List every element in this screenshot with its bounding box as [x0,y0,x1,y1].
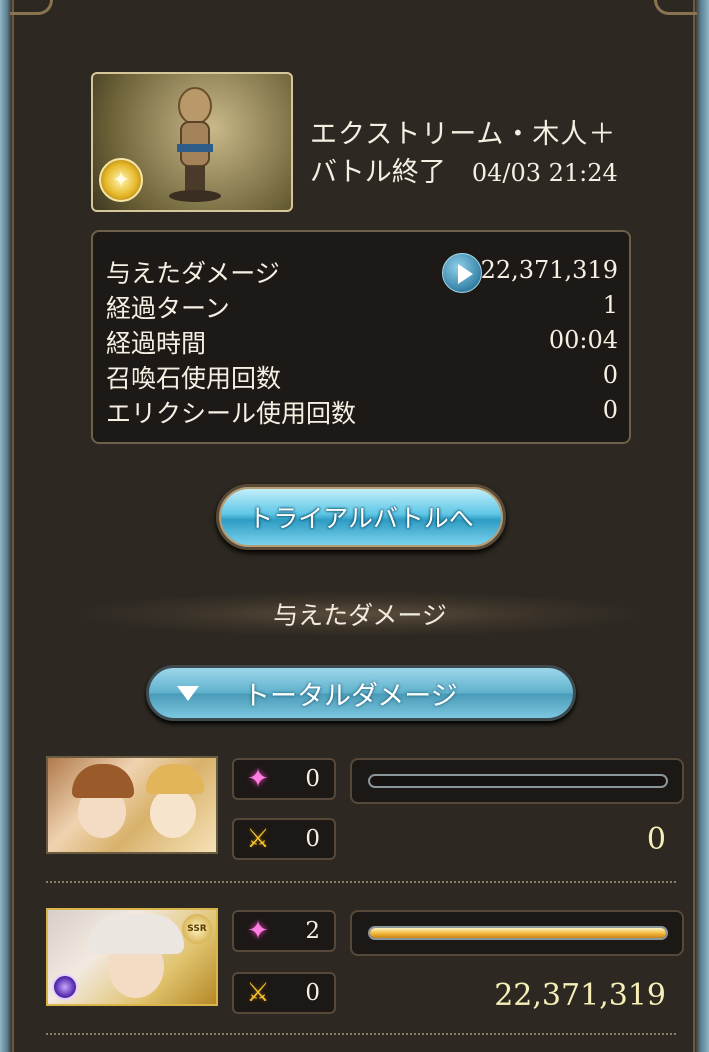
training-dummy-image [169,87,221,202]
dark-element-icon [52,974,78,1000]
battle-status-label: バトル終了 [310,157,446,188]
row-divider [46,1033,676,1035]
row-divider [46,881,676,883]
damage-value: 22,371,319 [494,978,666,1013]
damage-bar [368,926,668,940]
rarity-badge: SSR [182,914,212,944]
damage-bar-box [350,910,684,956]
avatar[interactable]: SSR [46,908,218,1006]
stat-row-turns: 経過ターン 1 [106,289,618,325]
stat-value: 00:04 [548,326,618,354]
sparkle-icon: ✦ [247,764,269,794]
damage-section-title: 与えたダメージ [80,592,640,636]
stat-value: 1 [602,291,618,319]
crossed-swords-icon: ⚔ [246,824,270,854]
character-row: SSR ✦ 2 ⚔ 0 22,371,319 [46,908,686,1014]
trial-battle-button[interactable]: トライアルバトルへ [216,484,506,550]
total-damage-label: トータルダメージ [243,680,458,712]
sparkle-icon: ✦ [247,916,269,946]
stat-row-elixir: エリクシール使用回数 0 [106,394,618,430]
stat-label: 与えたダメージ [106,259,280,288]
total-damage-dropdown[interactable]: トータルダメージ [146,665,576,721]
stat-value: 22,371,319 [480,256,618,284]
stat-value: 0 [602,361,618,389]
crossed-swords-icon: ⚔ [246,978,270,1008]
skill-count: 0 [305,766,320,792]
right-frame-border [695,0,709,1052]
top-ornament [0,0,709,15]
left-frame-border [0,0,12,1052]
star-medal-icon: ✦ [99,158,143,202]
stat-label: 召喚石使用回数 [106,364,282,393]
stat-label: 経過ターン [106,294,230,323]
stat-row-damage: 与えたダメージ 22,371,319 [106,253,618,293]
skill-count: 2 [305,918,320,944]
charge-attack-counter: ⚔ 0 [232,818,336,860]
battle-status: バトル終了 04/03 21:24 [310,150,618,189]
play-icon[interactable] [442,253,482,293]
character-row: ✦ 0 ⚔ 0 0 [46,756,686,860]
damage-bar [368,774,668,788]
quest-thumbnail: ✦ [91,72,293,212]
stat-value: 0 [602,396,618,424]
quest-title: エクストリーム・木人＋ [310,119,617,150]
damage-value: 0 [646,822,666,857]
damage-bar-box [350,758,684,804]
stat-label: 経過時間 [106,329,207,358]
stat-row-summon: 召喚石使用回数 0 [106,359,618,395]
triangle-down-icon [177,685,199,701]
charge-attack-count: 0 [305,826,320,852]
battle-stats-box: 与えたダメージ 22,371,319 経過ターン 1 経過時間 00:04 召喚… [91,230,631,444]
skill-counter: ✦ 0 [232,758,336,800]
result-screen: ✦ エクストリーム・木人＋ バトル終了 04/03 21:24 与えたダメージ 2… [0,0,709,1052]
stat-row-time: 経過時間 00:04 [106,324,618,360]
charge-attack-count: 0 [305,980,320,1006]
avatar[interactable] [46,756,218,854]
charge-attack-counter: ⚔ 0 [232,972,336,1014]
battle-datetime: 04/03 21:24 [471,159,618,187]
skill-counter: ✦ 2 [232,910,336,952]
damage-bar-fill [370,928,666,938]
stat-label: エリクシール使用回数 [106,399,357,428]
